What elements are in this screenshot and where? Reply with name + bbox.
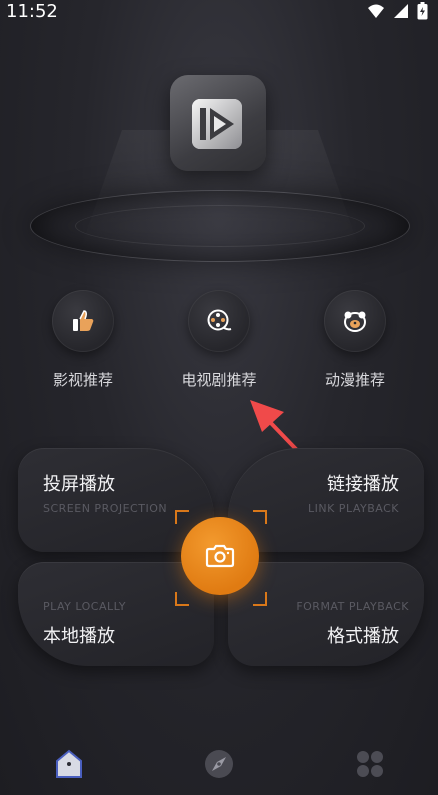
play-locally-title: 本地播放 [43, 626, 115, 647]
format-playback-panel[interactable]: FORMAT PLAYBACK 格式播放 [228, 562, 424, 666]
bottom-nav [0, 730, 438, 795]
stage-inner-ring [75, 205, 365, 247]
bracket-bottom-left [175, 592, 189, 606]
status-icons [367, 2, 428, 20]
nav-discover[interactable] [199, 744, 239, 784]
category-movies[interactable]: 影视推荐 [23, 290, 143, 390]
format-playback-subtitle: FORMAT PLAYBACK [296, 600, 409, 613]
app-logo [170, 75, 266, 171]
bear-face-icon [344, 311, 366, 332]
category-movies-label: 影视推荐 [52, 371, 113, 389]
bracket-top-right [253, 510, 267, 524]
category-tv-series-button[interactable] [188, 290, 250, 352]
film-reel-icon [207, 309, 232, 331]
screen-projection-title: 投屏播放 [43, 474, 115, 495]
category-anime-button[interactable] [324, 290, 386, 352]
category-row: 影视推荐 电视剧推荐 动漫推荐 [0, 290, 438, 400]
screen-projection-panel[interactable]: 投屏播放 SCREEN PROJECTION [18, 448, 214, 552]
play-locally-panel[interactable]: PLAY LOCALLY 本地播放 [18, 562, 214, 666]
home-icon [56, 749, 82, 778]
signal-icon [394, 4, 408, 18]
category-tv-series[interactable]: 电视剧推荐 [159, 290, 279, 390]
wifi-icon [368, 4, 384, 18]
link-playback-title: 链接播放 [327, 474, 399, 495]
format-playback-title: 格式播放 [327, 626, 399, 647]
category-anime[interactable]: 动漫推荐 [295, 290, 415, 390]
bracket-bottom-right [253, 592, 267, 606]
compass-icon [205, 750, 233, 778]
link-playback-subtitle: LINK PLAYBACK [308, 502, 399, 515]
thumbs-up-icon [73, 310, 94, 331]
hero-banner [0, 40, 438, 262]
nav-home[interactable] [49, 744, 89, 784]
camera-button[interactable] [181, 517, 259, 595]
play-logo-icon [192, 99, 242, 149]
category-movies-button[interactable] [52, 290, 114, 352]
status-time: 11:52 [6, 1, 58, 22]
screen-projection-subtitle: SCREEN PROJECTION [43, 502, 168, 515]
battery-icon [417, 2, 428, 20]
nav-apps[interactable] [350, 744, 390, 784]
camera-icon [205, 544, 235, 568]
apps-grid-icon [357, 751, 383, 777]
status-bar: 11:52 [0, 0, 438, 24]
bracket-top-left [175, 510, 189, 524]
link-playback-panel[interactable]: 链接播放 LINK PLAYBACK [228, 448, 424, 552]
play-locally-subtitle: PLAY LOCALLY [43, 600, 127, 613]
